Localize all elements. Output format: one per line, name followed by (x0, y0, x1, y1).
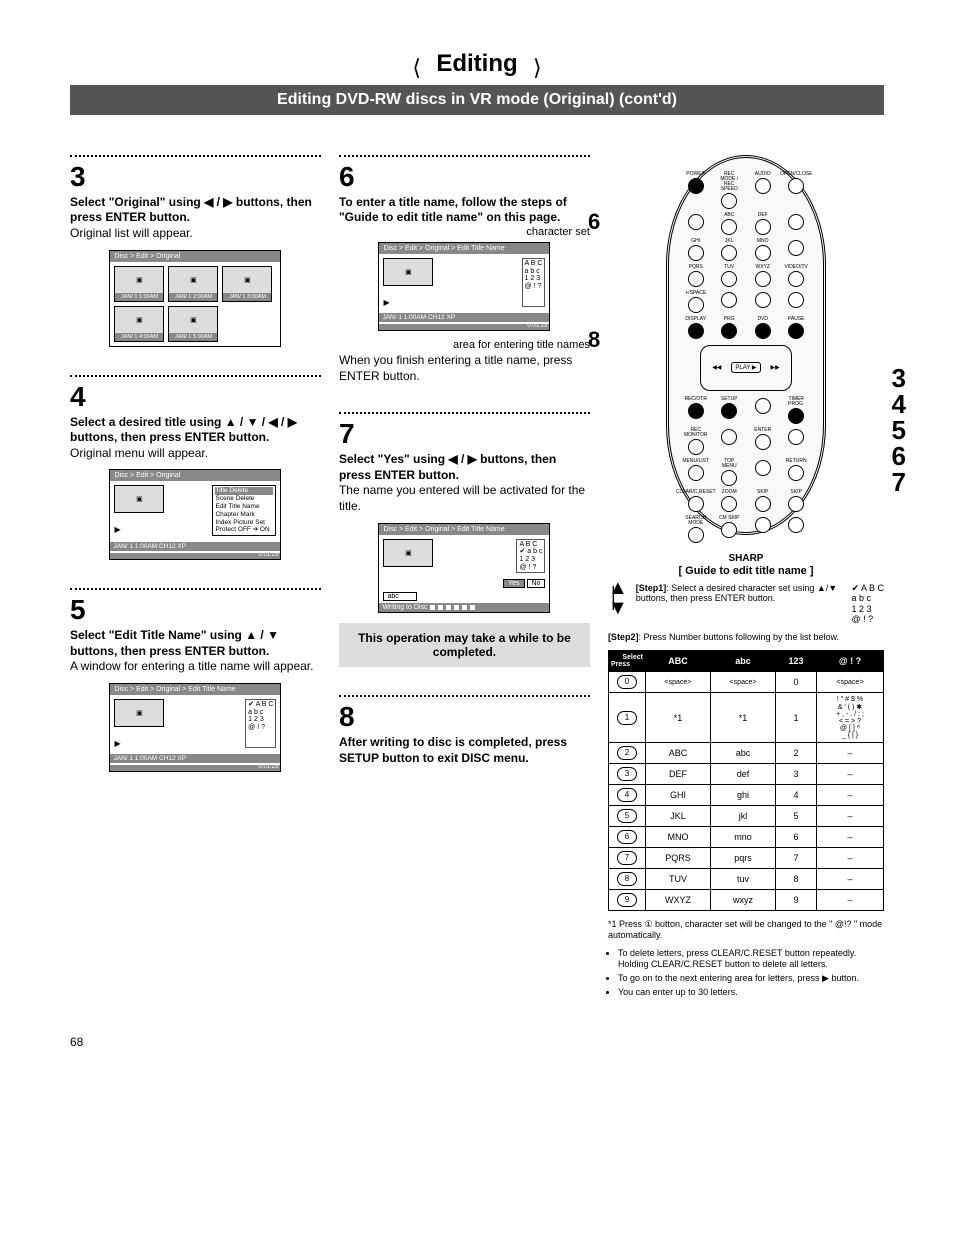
step-bold: To enter a title name, follow the steps … (339, 195, 567, 225)
status-bar: JAN/ 1 1:00AM CH12 XP (110, 754, 280, 763)
guide-title: [ Guide to edit title name ] (608, 565, 884, 577)
col-right: 6 8 3 4 5 6 7 POWERREC MODE / REC SPEEDA… (608, 155, 884, 1005)
step-num: 8 (339, 701, 590, 733)
step-3: 3 Select "Original" using ◀ / ▶ buttons,… (70, 155, 321, 347)
guide-notes: To delete letters, press CLEAR/C.RESET b… (608, 948, 884, 999)
breadcrumb: Disc > Edit > Original (110, 470, 280, 481)
screenshot-original-menu: Disc > Edit > Original ▣ ▶ Title Delete … (109, 469, 281, 560)
breadcrumb: Disc > Edit > Original > Edit Title Name (379, 243, 549, 254)
remote-diagram: 6 8 3 4 5 6 7 POWERREC MODE / REC SPEEDA… (608, 155, 884, 535)
callout-6r: 6 (892, 443, 906, 469)
time: 0:01:25 (527, 323, 547, 329)
area-label: area for entering title names (339, 339, 590, 351)
footnote-1: *1 Press ① button, character set will be… (608, 919, 884, 942)
col-mid: 6 To enter a title name, follow the step… (339, 155, 590, 795)
time: 0:01:25 (258, 552, 278, 558)
step-after: When you finish entering a title name, p… (339, 353, 590, 384)
step-8: 8 After writing to disc is completed, pr… (339, 695, 590, 766)
context-menu: Title Delete Scene DeleteEdit Title Name… (212, 485, 276, 536)
breadcrumb: Disc > Edit > Original > Edit Title Name (110, 684, 280, 695)
step-bold: After writing to disc is completed, pres… (339, 735, 567, 765)
step-text: Original list will appear. (70, 226, 193, 240)
page-number: 68 (70, 1035, 884, 1049)
operation-note: This operation may take a while to be co… (339, 623, 590, 667)
step-4: 4 Select a desired title using ▲ / ▼ / ◀… (70, 375, 321, 561)
step-6: 6 To enter a title name, follow the step… (339, 155, 590, 384)
time: 0:01:25 (258, 764, 278, 770)
page-title: Editing (424, 50, 529, 78)
step-text: The name you entered will be activated f… (339, 483, 585, 513)
no-button: No (527, 579, 546, 588)
breadcrumb: Disc > Edit > Original > Edit Title Name (379, 524, 549, 535)
screenshot-confirm: Disc > Edit > Original > Edit Title Name… (378, 523, 550, 614)
screenshot-edit-title: Disc > Edit > Original > Edit Title Name… (109, 683, 281, 772)
step-num: 4 (70, 381, 321, 413)
status-bar: JAN/ 1 1:00AM CH12 XP (379, 313, 549, 322)
col-left: 3 Select "Original" using ◀ / ▶ buttons,… (70, 155, 321, 800)
callout-8: 8 (588, 329, 600, 351)
charset-list: A B C✔ a b c1 2 3@ ! ? (516, 539, 545, 574)
step-num: 3 (70, 161, 321, 193)
step-bold: Select "Yes" using ◀ / ▶ buttons, then p… (339, 452, 556, 482)
title-input: abc (383, 592, 417, 601)
step-5: 5 Select "Edit Title Name" using ▲ / ▼ b… (70, 588, 321, 772)
remote-body: POWERREC MODE / REC SPEEDAUDIOOPEN/CLOSE… (666, 155, 826, 535)
callout-6: 6 (588, 211, 600, 233)
callout-3: 3 (892, 365, 906, 391)
step-text: Original menu will appear. (70, 446, 208, 460)
screenshot-original-list: Disc > Edit > Original ▣JAN/ 1 1:00AM▣JA… (109, 250, 281, 347)
charset-list: A B Ca b c1 2 3@ ! ? (522, 258, 546, 307)
dpad: ◀◀ PLAY ▶ ▶▶ (700, 345, 792, 391)
guide-charset: ✔ A B Ca b c1 2 3@ ! ? (851, 583, 884, 624)
status-bar: JAN/ 1 1:00AM CH12 XP (110, 542, 280, 551)
step-bold: Select "Edit Title Name" using ▲ / ▼ but… (70, 628, 279, 658)
page-subtitle: Editing DVD-RW discs in VR mode (Origina… (70, 85, 884, 115)
callout-5: 5 (892, 417, 906, 443)
menu-item: Title Delete (215, 487, 273, 495)
step-bold: Select "Original" using ◀ / ▶ buttons, t… (70, 195, 312, 225)
step-num: 6 (339, 161, 590, 193)
guide-step2: [Step2]: Press Number buttons following … (608, 632, 884, 642)
screenshot-enter-name: Disc > Edit > Original > Edit Title Name… (378, 242, 550, 331)
brand-logo: SHARP (679, 553, 813, 564)
step-num: 5 (70, 594, 321, 626)
step-num: 7 (339, 418, 590, 450)
step-text: A window for entering a title name will … (70, 659, 313, 673)
breadcrumb: Disc > Edit > Original (110, 251, 280, 262)
charset-list: ✔ A B Ca b c1 2 3@ ! ? (245, 699, 276, 748)
step-7: 7 Select "Yes" using ◀ / ▶ buttons, then… (339, 412, 590, 667)
step-bold: Select a desired title using ▲ / ▼ / ◀ /… (70, 415, 297, 445)
char-table: Select Press ABC abc 123 @ ! ? 0<space><… (608, 650, 884, 911)
yes-button: Yes (503, 579, 524, 588)
callout-7: 7 (892, 469, 906, 495)
page-title-banner: ⟨ Editing ⟩ (70, 50, 884, 81)
guide-step1: ▲│▼ [Step1]: Select a desired character … (608, 583, 884, 624)
table-corner: Select Press (608, 651, 645, 672)
charset-label: character set (339, 226, 590, 238)
writing-bar: Writing to Disc (379, 603, 549, 612)
callout-4: 4 (892, 391, 906, 417)
